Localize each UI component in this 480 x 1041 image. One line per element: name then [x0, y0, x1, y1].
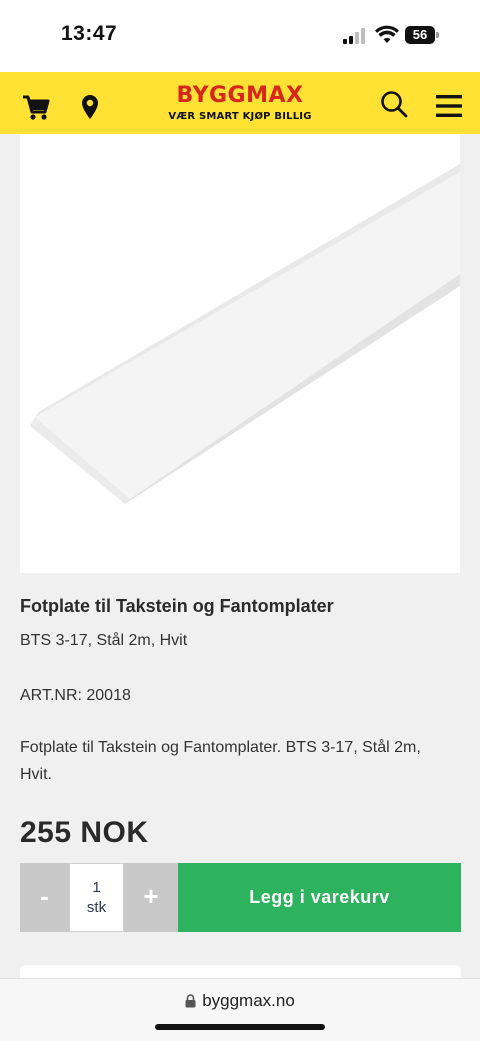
quantity-increase-button[interactable]: + — [124, 863, 178, 932]
location-pin-icon[interactable] — [81, 94, 99, 120]
article-number: ART.NR: 20018 — [20, 687, 131, 704]
url-text: byggmax.no — [202, 991, 295, 1010]
quantity-value: 1 — [92, 879, 101, 896]
status-time: 13:47 — [61, 22, 118, 45]
search-icon[interactable] — [380, 90, 408, 118]
lock-icon — [185, 994, 196, 1008]
product-price: 255 NOK — [20, 816, 149, 849]
status-bar: 13:47 56 — [0, 0, 480, 72]
signal-icon — [343, 28, 369, 44]
product-title: Fotplate til Takstein og Fantomplater — [20, 596, 334, 616]
product-description: Fotplate til Takstein og Fantomplater. B… — [20, 739, 421, 783]
site-header: BYGGMAX VÆR SMART KJØP BILLIG — [0, 72, 480, 134]
logo-tagline: VÆR SMART KJØP BILLIG — [168, 111, 312, 122]
home-indicator[interactable] — [155, 1024, 325, 1030]
logo-text: BYGGMAX — [176, 83, 304, 108]
add-to-cart-button[interactable]: Legg i varekurv — [178, 863, 461, 932]
product-image[interactable] — [20, 134, 460, 573]
battery-level: 56 — [405, 26, 435, 44]
quantity-unit: stk — [86, 899, 107, 916]
browser-address-bar[interactable]: byggmax.no — [0, 978, 480, 1041]
quantity-input[interactable]: 1 stk — [69, 863, 124, 932]
wifi-icon — [375, 25, 399, 43]
logo[interactable]: BYGGMAX VÆR SMART KJØP BILLIG — [140, 83, 340, 123]
product-photo — [30, 164, 460, 504]
battery-icon: 56 — [405, 26, 439, 44]
quantity-decrease-button[interactable]: - — [20, 863, 69, 932]
url-display[interactable]: byggmax.no — [0, 991, 480, 1011]
purchase-row: - 1 stk + Legg i varekurv — [20, 863, 461, 932]
menu-icon[interactable] — [435, 94, 463, 118]
product-subtitle: BTS 3-17, Stål 2m, Hvit — [20, 632, 188, 649]
cart-icon[interactable] — [22, 95, 50, 121]
